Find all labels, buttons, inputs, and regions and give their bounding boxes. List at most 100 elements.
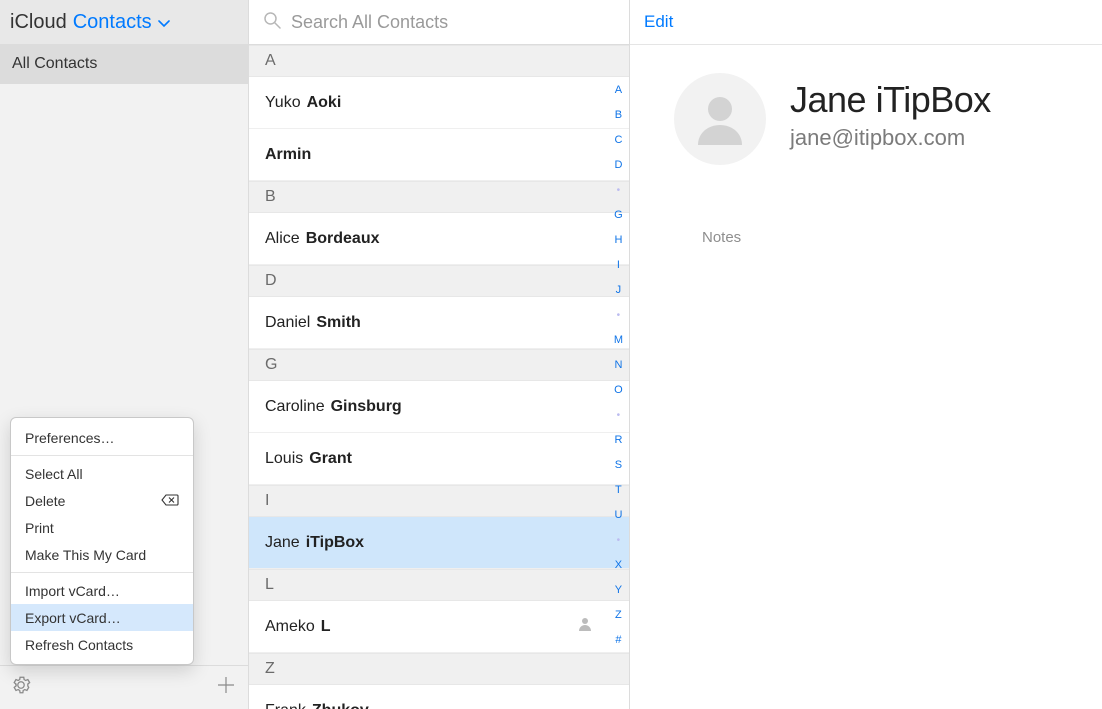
alpha-index-item[interactable]: T: [615, 478, 622, 503]
contact-row[interactable]: Caroline Ginsburg: [249, 381, 629, 433]
detail-pane: Edit Jane iTipBox jane@itipbox.com Notes: [630, 0, 1102, 709]
sidebar-item-label: All Contacts: [12, 55, 97, 73]
alpha-index-item[interactable]: N: [614, 353, 622, 378]
contact-last-name: Ginsburg: [331, 398, 402, 416]
sidebar: iCloud Contacts All Contacts Preferences…: [0, 0, 248, 709]
menu-delete[interactable]: Delete: [11, 487, 193, 514]
alpha-index-item[interactable]: B: [615, 103, 622, 128]
notes-row: Notes: [630, 229, 1102, 246]
menu-label: Export vCard…: [25, 610, 121, 626]
menu-separator: [11, 455, 193, 456]
search-icon: [263, 11, 281, 34]
menu-label: Import vCard…: [25, 583, 120, 599]
menu-print[interactable]: Print: [11, 514, 193, 541]
brand-label: iCloud: [10, 11, 67, 34]
edit-button[interactable]: Edit: [644, 12, 673, 32]
sidebar-footer: [0, 665, 248, 709]
app-name: Contacts: [73, 11, 152, 34]
detail-body: Jane iTipBox jane@itipbox.com: [630, 45, 1102, 165]
contact-email: jane@itipbox.com: [790, 125, 991, 151]
menu-refresh-contacts[interactable]: Refresh Contacts: [11, 631, 193, 658]
app-header: iCloud Contacts: [0, 0, 248, 45]
add-icon[interactable]: [214, 673, 238, 702]
alpha-index-item[interactable]: •: [617, 178, 621, 203]
alpha-index-item[interactable]: •: [617, 303, 621, 328]
detail-header: Edit: [630, 0, 1102, 45]
alpha-index-item[interactable]: H: [614, 228, 622, 253]
alpha-index-item[interactable]: R: [614, 428, 622, 453]
section-header: A: [249, 45, 629, 77]
avatar-icon: [674, 73, 766, 165]
contact-first-name: Frank: [265, 702, 306, 709]
menu-label: Print: [25, 520, 54, 536]
menu-export-vcard[interactable]: Export vCard…: [11, 604, 193, 631]
alpha-index-item[interactable]: •: [617, 528, 621, 553]
alpha-index-item[interactable]: M: [614, 328, 623, 353]
search-input[interactable]: [291, 12, 615, 33]
contact-first-name: Caroline: [265, 398, 325, 416]
menu-select-all[interactable]: Select All: [11, 460, 193, 487]
actions-menu: Preferences… Select All Delete Print Mak…: [10, 417, 194, 665]
contact-last-name: iTipBox: [306, 534, 364, 552]
contacts-pane: AYukoAokiArminBAliceBordeauxDDanielSmith…: [248, 0, 630, 709]
contact-row[interactable]: Frank Zhukov: [249, 685, 629, 709]
menu-separator: [11, 572, 193, 573]
alpha-index-item[interactable]: X: [615, 553, 622, 578]
alpha-index-item[interactable]: D: [614, 153, 622, 178]
contact-first-name: Daniel: [265, 314, 310, 332]
menu-import-vcard[interactable]: Import vCard…: [11, 577, 193, 604]
menu-label: Delete: [25, 493, 65, 509]
chevron-down-icon: [158, 11, 170, 34]
contact-row[interactable]: Armin: [249, 129, 629, 181]
me-icon: [577, 616, 593, 637]
section-header: B: [249, 181, 629, 213]
contact-name: Jane iTipBox: [790, 79, 991, 121]
alpha-index-item[interactable]: O: [614, 378, 623, 403]
section-header: G: [249, 349, 629, 381]
section-header: I: [249, 485, 629, 517]
avatar-wrap: [670, 73, 770, 165]
section-header: D: [249, 265, 629, 297]
alpha-index-item[interactable]: Y: [615, 578, 622, 603]
contact-row[interactable]: AmekoL: [249, 601, 629, 653]
contact-list[interactable]: AYukoAokiArminBAliceBordeauxDDanielSmith…: [249, 45, 629, 709]
contact-row[interactable]: DanielSmith: [249, 297, 629, 349]
contact-first-name: Louis: [265, 450, 303, 468]
contact-last-name: Grant: [309, 450, 352, 468]
sidebar-item-all-contacts[interactable]: All Contacts: [0, 45, 248, 84]
alpha-index-item[interactable]: A: [615, 78, 622, 103]
contact-last-name: Aoki: [307, 94, 342, 112]
alpha-index-item[interactable]: S: [615, 453, 622, 478]
contact-first-name: Yuko: [265, 94, 301, 112]
alpha-index-item[interactable]: U: [614, 503, 622, 528]
contact-row[interactable]: Louis Grant: [249, 433, 629, 485]
contact-row[interactable]: Yuko Aoki: [249, 77, 629, 129]
notes-label: Notes: [702, 229, 741, 246]
alpha-index-item[interactable]: Z: [615, 603, 622, 628]
alpha-index-item[interactable]: J: [616, 278, 622, 303]
search-row: [249, 0, 629, 45]
alpha-index-item[interactable]: G: [614, 203, 623, 228]
menu-make-my-card[interactable]: Make This My Card: [11, 541, 193, 568]
alpha-index-item[interactable]: C: [614, 128, 622, 153]
app-switcher[interactable]: Contacts: [73, 11, 170, 34]
alpha-index[interactable]: ABCD•GHIJ•MNO•RSTU•XYZ#: [614, 78, 623, 653]
menu-label: Refresh Contacts: [25, 637, 133, 653]
contact-row[interactable]: Alice Bordeaux: [249, 213, 629, 265]
alpha-index-item[interactable]: I: [617, 253, 620, 278]
contact-name-single: Armin: [265, 146, 311, 164]
gear-icon[interactable]: [10, 674, 32, 701]
menu-preferences[interactable]: Preferences…: [11, 424, 193, 451]
alpha-index-item[interactable]: #: [615, 628, 621, 653]
contact-last-name: Zhukov: [312, 702, 369, 709]
contact-row[interactable]: Jane iTipBox: [249, 517, 629, 569]
alpha-index-item[interactable]: •: [617, 403, 621, 428]
section-header: Z: [249, 653, 629, 685]
menu-label: Make This My Card: [25, 547, 146, 563]
contact-first-name: Alice: [265, 230, 300, 248]
contact-last-name: Bordeaux: [306, 230, 380, 248]
menu-label: Select All: [25, 466, 83, 482]
section-header: L: [249, 569, 629, 601]
contact-first-name: Jane: [265, 534, 300, 552]
contact-headline: Jane iTipBox jane@itipbox.com: [790, 79, 991, 165]
